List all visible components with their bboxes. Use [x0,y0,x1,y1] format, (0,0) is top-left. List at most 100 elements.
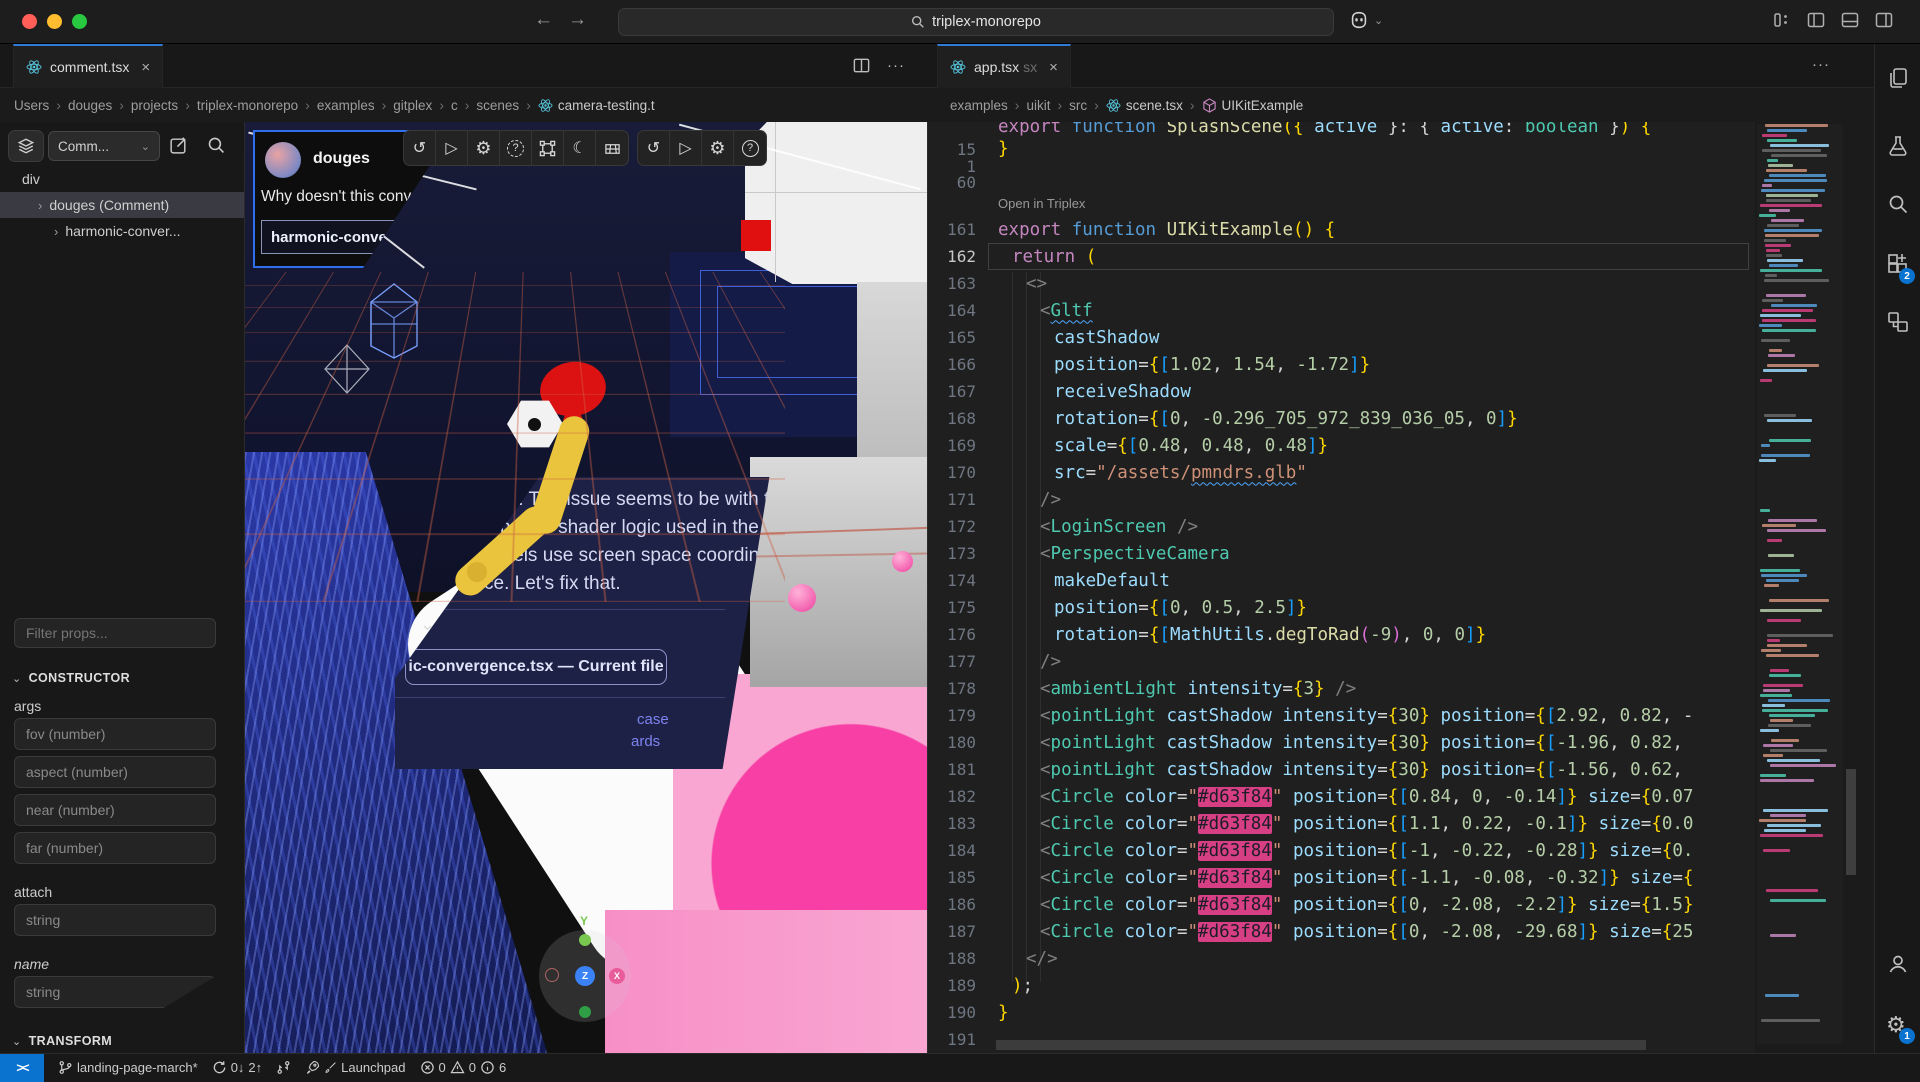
copilot-menu[interactable]: ⌄ [1348,9,1383,31]
axis-y-handle[interactable] [579,934,591,946]
forward-arrow-icon[interactable]: → [568,9,587,31]
search-icon[interactable] [1886,192,1910,216]
filter-props-input[interactable] [14,618,216,648]
references-icon[interactable] [1886,310,1910,334]
react-icon [538,98,553,113]
code-text: export function SplashScene({ active }: … [998,122,1651,137]
toggle-primary-sidebar-icon[interactable] [1806,10,1826,30]
breadcrumb-item[interactable]: uikit [1026,98,1050,113]
flask-icon[interactable] [1886,134,1910,158]
scene-layers-button[interactable] [8,130,44,162]
launchpad-status[interactable]: Launchpad [305,1060,405,1075]
more-actions-icon[interactable]: ··· [1812,56,1830,73]
tree-item-douges-comment-[interactable]: ›douges (Comment) [0,192,245,218]
vertical-scrollbar[interactable] [1846,769,1856,875]
minimap[interactable] [1757,124,1843,1044]
codelens-open-in-triplex[interactable]: Open in Triplex [928,190,1755,216]
close-tab-icon[interactable]: × [1049,59,1058,76]
search-icon[interactable] [206,135,227,156]
breadcrumb-item[interactable]: gitplex [393,98,432,113]
tab-comment-tsx[interactable]: comment.tsx × [13,44,163,88]
code-line-1: 1 [928,158,1755,174]
help-underline-button[interactable]: ? [500,131,532,165]
tree-item-div[interactable]: div [0,166,245,192]
breadcrumb-file[interactable]: scene.tsx [1106,98,1183,113]
breadcrumb-file[interactable]: camera-testing.t [538,98,655,113]
help-button[interactable]: ? [734,131,766,165]
axis-neg-y-handle[interactable] [579,1006,591,1018]
more-actions-icon[interactable]: ··· [887,57,905,74]
prop-input-name[interactable]: string [14,976,216,1008]
close-window-button[interactable] [22,14,37,29]
breadcrumb-item[interactable]: Users [14,98,49,113]
link-fragment[interactable]: ards [631,733,660,750]
breadcrumb-item[interactable]: scenes [476,98,519,113]
code-text: <PerspectiveCamera [998,544,1230,564]
sync-status[interactable]: 0↓ 2↑ [212,1060,262,1075]
code-line-175: 175position={[0, 0.5, 2.5]} [928,594,1755,621]
tab-app-tsx[interactable]: app.tsx sx × [937,44,1071,88]
tree-item-label: harmonic-conver... [65,223,180,239]
undo-button[interactable]: ↺ [638,131,670,165]
axis-gizmo[interactable]: Y Z X [539,930,631,1022]
breadcrumb-item[interactable]: c [451,98,458,113]
current-file-pill[interactable]: ic-convergence.tsx — Current file [405,649,667,685]
prop-input-args[interactable]: near (number) [14,794,216,826]
code-text: export function UIKitExample() { [998,220,1335,240]
customize-layout-icon[interactable] [1772,10,1792,30]
axis-x-handle[interactable]: X [609,968,625,984]
scene-tree: div›douges (Comment)›harmonic-conver... [0,166,245,244]
horizontal-scrollbar[interactable] [996,1040,1646,1050]
undo-button[interactable]: ↺ [404,131,436,165]
prop-input-attach[interactable]: string [14,904,216,936]
breadcrumb-item[interactable]: examples [317,98,375,113]
code-text: <Circle color="#d63f84" position={[0.84,… [998,787,1693,807]
breadcrumb-symbol[interactable]: UIKitExample [1202,98,1304,113]
play-button[interactable]: ▷ [670,131,702,165]
prop-input-args[interactable]: aspect (number) [14,756,216,788]
remote-indicator[interactable]: >< [0,1054,44,1082]
compare-status[interactable] [276,1060,291,1075]
section-header-transform[interactable]: ⌄TRANSFORM [12,1034,112,1048]
code-text: position={[0, 0.5, 2.5]} [998,598,1307,618]
play-icon: ▷ [679,138,691,158]
tree-item-harmonic-conver-[interactable]: ›harmonic-conver... [0,218,245,244]
breadcrumb-item[interactable]: douges [68,98,112,113]
split-editor-icon[interactable] [852,56,871,75]
toggle-secondary-sidebar-icon[interactable] [1874,10,1894,30]
prop-input-args[interactable]: far (number) [14,832,216,864]
play-button[interactable]: ▷ [436,131,468,165]
code-editor[interactable]: export function SplashScene({ active }: … [927,122,1755,1053]
edit-icon[interactable] [168,135,189,156]
toggle-panel-icon[interactable] [1840,10,1860,30]
settings-button[interactable]: ⚙ [468,131,500,165]
pages-icon[interactable] [1886,66,1910,90]
link-fragment[interactable]: case [637,711,669,728]
breadcrumb-item[interactable]: triplex-monorepo [197,98,298,113]
breadcrumb-item[interactable]: examples [950,98,1008,113]
component-selector-dropdown[interactable]: Comm... ⌄ [48,131,160,161]
zoom-window-button[interactable] [72,14,87,29]
settings-button[interactable]: ⚙ [702,131,734,165]
command-center-search[interactable]: triplex-monorepo [618,8,1334,36]
prop-input-args[interactable]: fov (number) [14,718,216,750]
grid-button[interactable] [596,131,628,165]
account-icon[interactable] [1886,952,1910,976]
breadcrumb-item[interactable]: projects [131,98,178,113]
branch-status[interactable]: landing-page-march* [58,1060,198,1075]
minimap-line [1760,569,1800,572]
close-tab-icon[interactable]: × [141,59,150,76]
react-icon [26,59,42,75]
line-number: 172 [928,517,984,536]
section-header-constructor[interactable]: ⌄CONSTRUCTOR [12,671,130,685]
back-arrow-icon[interactable]: ← [534,9,553,31]
axis-neg-x-handle[interactable] [545,968,559,982]
frame-select-button[interactable] [532,131,564,165]
scene-viewport[interactable]: ⌄ t. The issue seems to be with th nd th… [245,122,927,1053]
axis-z-handle[interactable]: Z [575,966,595,986]
breadcrumb-item[interactable]: src [1069,98,1087,113]
minimize-window-button[interactable] [47,14,62,29]
gear-icon: ⚙ [475,138,491,159]
problems-status[interactable]: 0 0 6 [420,1060,507,1075]
moon-button[interactable]: ☾ [564,131,596,165]
